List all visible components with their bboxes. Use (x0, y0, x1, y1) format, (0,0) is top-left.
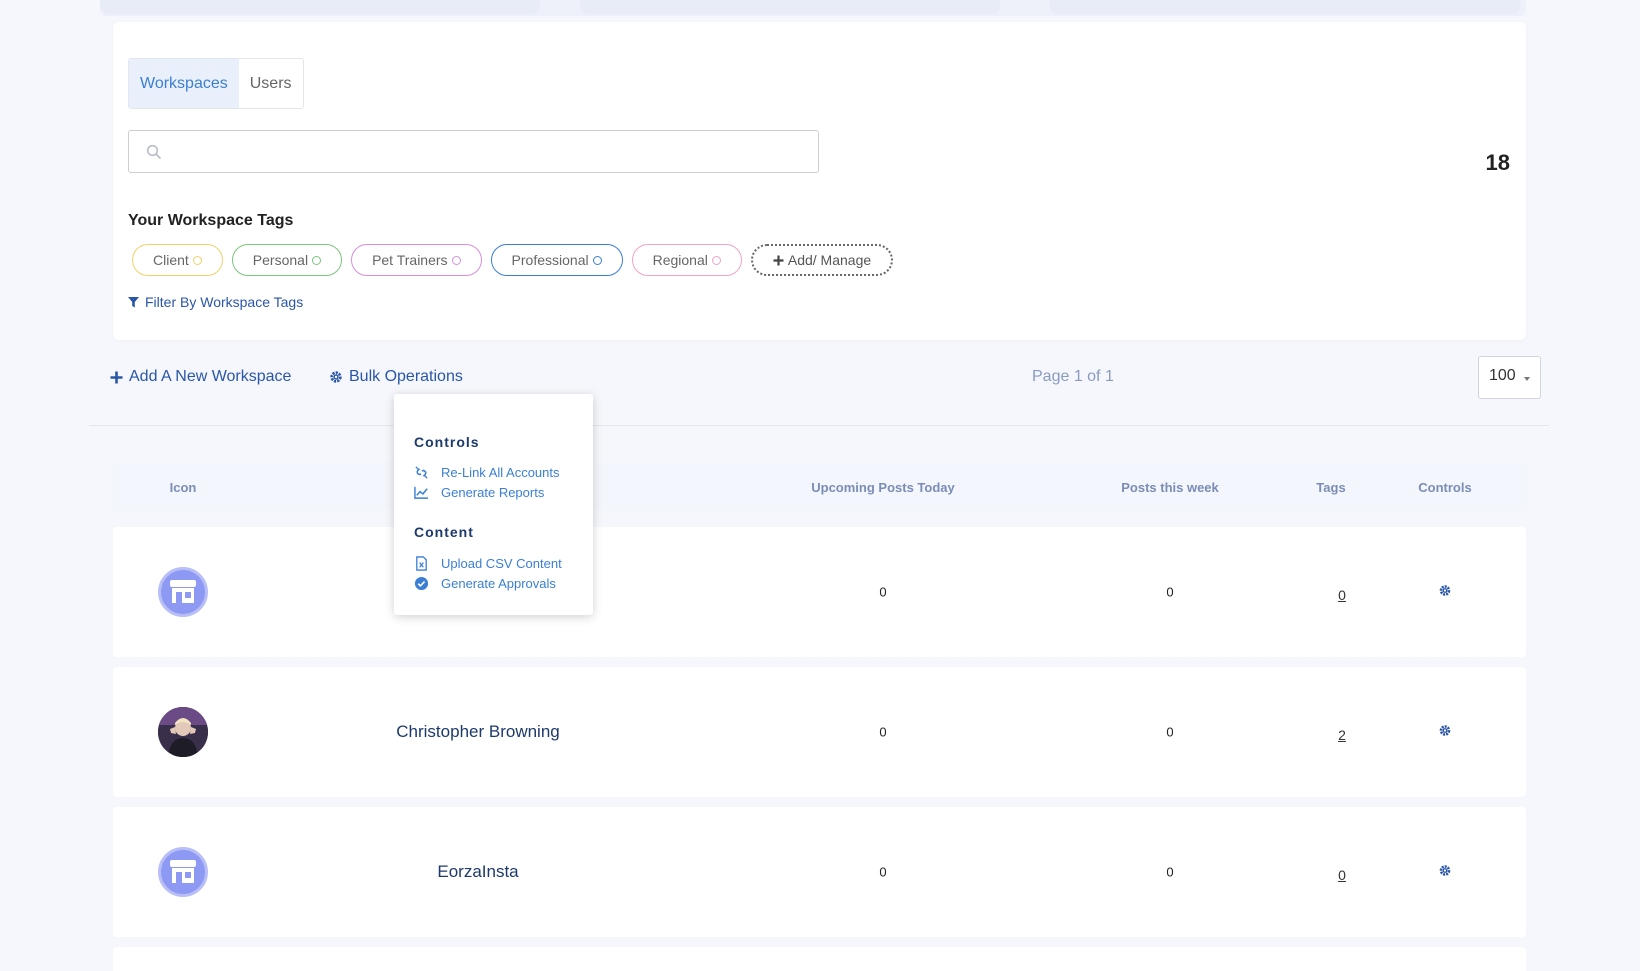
generate-reports-item[interactable]: Generate Reports (414, 485, 544, 500)
posts-week-value: 0 (1166, 724, 1174, 740)
table-row[interactable]: Christopher Browning 0 0 2 (113, 667, 1526, 797)
add-manage-tags-button[interactable]: Add/ Manage (750, 244, 894, 276)
table-row[interactable] (113, 947, 1526, 971)
generate-approvals-item[interactable]: Generate Approvals (414, 576, 556, 591)
tag-dot-icon (192, 255, 202, 265)
table-row[interactable]: 0 0 0 (113, 527, 1526, 657)
header-upcoming-posts: Upcoming Posts Today (811, 480, 955, 495)
top-strip (100, 0, 1526, 16)
filter-icon (128, 296, 139, 307)
tag-label: Personal (252, 252, 309, 268)
header-controls: Controls (1418, 480, 1472, 495)
top-strip-segment (580, 0, 1000, 14)
tag-dot-icon (711, 255, 721, 265)
tag-list: Client Personal Pet Trainers Professiona… (132, 244, 894, 276)
bulk-operations-button[interactable]: Bulk Operations (329, 368, 463, 386)
search-icon (146, 144, 162, 160)
upload-csv-item[interactable]: Upload CSV Content (414, 556, 562, 571)
plus-icon (110, 371, 123, 383)
chevron-down-icon (1524, 377, 1530, 381)
posts-week-value: 0 (1166, 584, 1174, 600)
plus-icon (773, 255, 784, 265)
controls-heading: Controls (414, 434, 480, 450)
store-icon (158, 567, 208, 617)
header-posts-week: Posts this week (1121, 480, 1219, 495)
tab-workspaces[interactable]: Workspaces (129, 59, 239, 108)
table-row[interactable]: EorzaInsta 0 0 0 (113, 807, 1526, 937)
add-manage-label: Add/ Manage (787, 252, 872, 268)
tag-pet-trainers[interactable]: Pet Trainers (351, 244, 482, 276)
tags-count-link[interactable]: 0 (1338, 587, 1346, 603)
tag-dot-icon (592, 255, 602, 265)
generate-approvals-label: Generate Approvals (441, 576, 556, 591)
upcoming-posts-value: 0 (879, 864, 887, 880)
tag-professional[interactable]: Professional (490, 244, 623, 276)
gear-icon[interactable] (1439, 864, 1452, 880)
tags-count-link[interactable]: 2 (1338, 727, 1346, 743)
store-icon (158, 847, 208, 897)
relink-accounts-label: Re-Link All Accounts (441, 465, 560, 480)
check-circle-icon (414, 576, 429, 591)
tag-client[interactable]: Client (132, 244, 223, 276)
bulk-operations-menu: Controls Re-Link All Accounts Generate R… (394, 394, 593, 615)
per-page-select[interactable]: 100 (1478, 356, 1541, 399)
tag-dot-icon (451, 255, 461, 265)
search-input[interactable] (128, 130, 819, 173)
tag-label: Pet Trainers (372, 252, 448, 268)
file-csv-icon (416, 556, 427, 571)
filter-by-tags-link[interactable]: Filter By Workspace Tags (128, 294, 303, 310)
tab-bar: Workspaces Users (128, 58, 304, 109)
workspace-panel (113, 22, 1526, 340)
workspace-name[interactable]: Christopher Browning (396, 722, 559, 742)
workspace-count: 18 (1485, 150, 1510, 175)
page-info: Page 1 of 1 (1032, 368, 1114, 385)
upcoming-posts-value: 0 (879, 584, 887, 600)
tag-label: Regional (652, 252, 708, 268)
top-strip-segment (100, 0, 540, 14)
chart-line-icon (414, 486, 429, 499)
header-tags: Tags (1316, 480, 1346, 495)
gear-icon (330, 371, 342, 383)
workspace-tags-title: Your Workspace Tags (128, 212, 294, 229)
add-workspace-button[interactable]: Add A New Workspace (110, 368, 291, 386)
tags-count-link[interactable]: 0 (1338, 867, 1346, 883)
content-heading: Content (414, 524, 474, 540)
filter-label: Filter By Workspace Tags (145, 294, 304, 310)
divider (89, 425, 1549, 426)
header-icon: Icon (169, 480, 197, 495)
relink-accounts-item[interactable]: Re-Link All Accounts (414, 465, 560, 480)
tag-label: Professional (511, 252, 589, 268)
top-strip-segment (1050, 0, 1520, 14)
upload-csv-label: Upload CSV Content (441, 556, 562, 571)
tag-personal[interactable]: Personal (231, 244, 343, 276)
tag-dot-icon (312, 255, 322, 265)
tag-regional[interactable]: Regional (631, 244, 742, 276)
avatar (158, 707, 208, 757)
posts-week-value: 0 (1166, 864, 1174, 880)
gear-icon[interactable] (1439, 584, 1452, 600)
unlink-icon (415, 466, 428, 479)
add-workspace-label: Add A New Workspace (129, 368, 292, 385)
bulk-operations-label: Bulk Operations (349, 368, 463, 385)
upcoming-posts-value: 0 (879, 724, 887, 740)
tag-label: Client (153, 252, 189, 268)
generate-reports-label: Generate Reports (441, 485, 545, 500)
tab-users[interactable]: Users (239, 59, 303, 108)
workspace-name[interactable]: EorzaInsta (437, 862, 518, 882)
per-page-value: 100 (1489, 367, 1516, 384)
gear-icon[interactable] (1439, 724, 1452, 740)
